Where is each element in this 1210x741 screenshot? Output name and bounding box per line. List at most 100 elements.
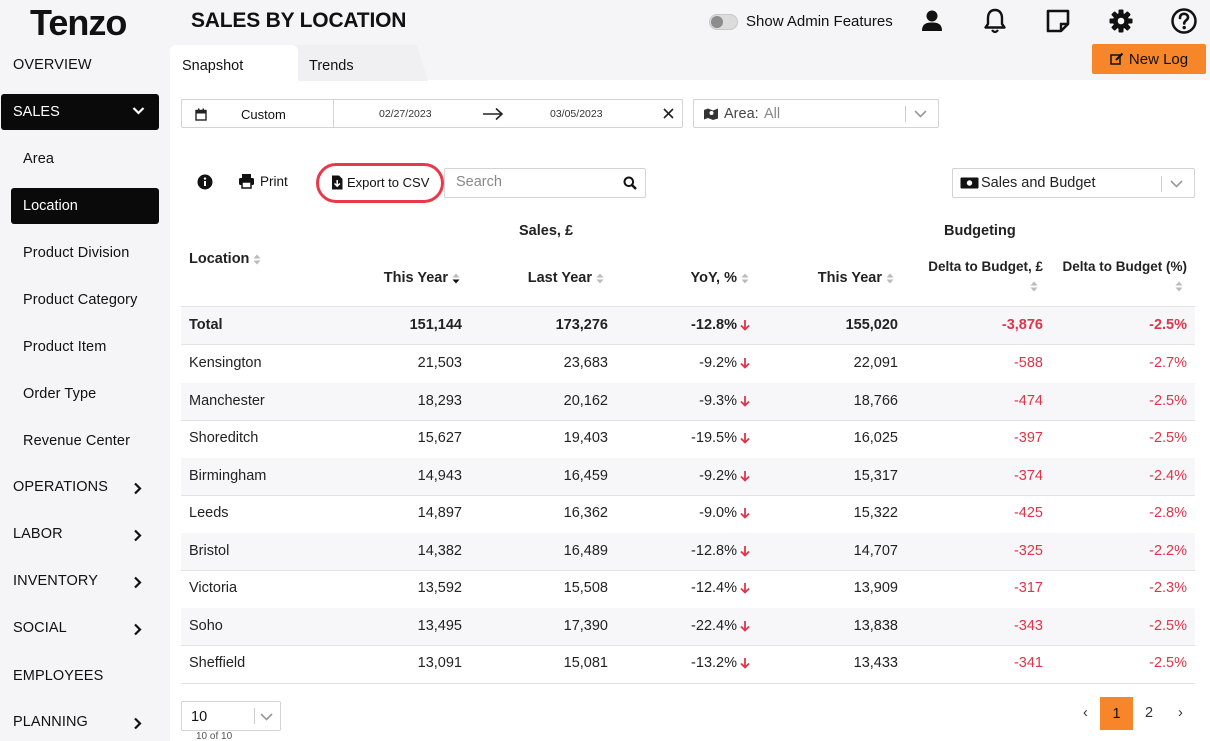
arrow-right-icon xyxy=(483,107,504,121)
cell-delta: -397 xyxy=(1013,430,1043,446)
col-header-last-year[interactable]: Last Year xyxy=(484,270,604,286)
chevron-down-icon xyxy=(914,110,927,118)
page-button-1[interactable]: 1 xyxy=(1100,697,1133,730)
date-range-picker[interactable]: Custom 02/27/2023 03/05/2023 xyxy=(181,99,683,128)
chevron-right-icon[interactable] xyxy=(133,717,143,730)
cell-delta-pct: -2.2% xyxy=(1149,542,1187,559)
search-input[interactable] xyxy=(456,174,616,190)
date-mode[interactable]: Custom xyxy=(241,107,286,122)
chevron-down-icon xyxy=(1170,180,1183,188)
chevron-right-icon[interactable] xyxy=(133,482,143,495)
cell-location: Sheffield xyxy=(189,655,246,671)
tab-label: Snapshot xyxy=(182,58,244,74)
arrow-down-icon xyxy=(740,395,750,407)
area-select[interactable]: Area: All xyxy=(693,99,939,128)
cell-budget: 14,707 xyxy=(853,542,898,559)
page-button-2[interactable]: 2 xyxy=(1145,705,1153,721)
sort-icon[interactable] xyxy=(1175,281,1183,292)
cell-location: Bristol xyxy=(189,542,230,559)
cell-budget: 22,091 xyxy=(853,355,898,371)
divider xyxy=(905,106,906,122)
sidebar-item-location[interactable]: Location xyxy=(11,188,159,224)
page-size-select[interactable]: 10 xyxy=(181,701,281,731)
sidebar-item-labor[interactable]: LABOR xyxy=(13,526,63,542)
col-header-delta-budget[interactable]: Delta to Budget, £ xyxy=(910,259,1043,274)
printer-icon xyxy=(239,174,254,189)
col-header-location[interactable]: Location xyxy=(189,251,261,267)
search-icon[interactable] xyxy=(623,176,637,190)
search-box[interactable] xyxy=(444,168,646,198)
sidebar-item-sales[interactable]: SALES xyxy=(1,94,159,130)
date-from[interactable]: 02/27/2023 xyxy=(379,108,432,120)
group-header-sales: Sales, £ xyxy=(519,223,574,239)
cell-this-year: 13,495 xyxy=(417,617,462,634)
divider xyxy=(181,420,1195,421)
sidebar-item-overview[interactable]: OVERVIEW xyxy=(13,57,92,73)
arrow-down-icon xyxy=(740,583,750,594)
info-icon[interactable] xyxy=(197,174,213,190)
gear-icon[interactable] xyxy=(1107,7,1135,35)
divider xyxy=(254,708,255,724)
tab-trends[interactable]: Trends xyxy=(290,45,428,81)
yoy-value: -12.8% xyxy=(691,317,737,333)
prev-page-button[interactable]: ‹ xyxy=(1083,705,1088,721)
cell-this-year: 14,897 xyxy=(417,505,462,521)
cell-delta-pct: -2.5% xyxy=(1149,430,1187,446)
cell-delta-pct: -2.5% xyxy=(1149,392,1187,409)
export-csv-button[interactable]: Export to CSV xyxy=(316,163,444,203)
next-page-button[interactable]: › xyxy=(1178,705,1183,721)
col-header-label: YoY, % xyxy=(690,270,737,286)
cell-yoy: -9.2% xyxy=(628,468,750,484)
metric-select[interactable]: Sales and Budget xyxy=(952,168,1195,198)
cell-delta-pct: -2.5% xyxy=(1149,617,1187,634)
cell-delta: -343 xyxy=(1013,617,1043,634)
admin-features-toggle[interactable]: Show Admin Features xyxy=(709,13,893,30)
arrow-down-icon xyxy=(740,320,750,331)
sidebar-item-inventory[interactable]: INVENTORY xyxy=(13,573,98,589)
sidebar-item-product-category[interactable]: Product Category xyxy=(23,292,137,308)
sidebar-item-operations[interactable]: OPERATIONS xyxy=(13,479,108,495)
sidebar-item-product-division[interactable]: Product Division xyxy=(23,245,129,261)
col-header-label: This Year xyxy=(383,270,448,286)
toggle-switch[interactable] xyxy=(709,13,738,30)
print-button[interactable]: Print xyxy=(238,173,288,189)
chevron-down-icon xyxy=(132,107,145,115)
sidebar-item-social[interactable]: SOCIAL xyxy=(13,620,67,636)
cell-yoy: -9.3% xyxy=(628,393,750,409)
chevron-right-icon[interactable] xyxy=(133,529,143,542)
cell-location: Soho xyxy=(189,617,223,634)
tab-snapshot[interactable]: Snapshot xyxy=(170,45,298,81)
sidebar-item-employees[interactable]: EMPLOYEES xyxy=(13,668,103,684)
sort-icon[interactable] xyxy=(1030,281,1038,292)
sidebar-item-revenue-center[interactable]: Revenue Center xyxy=(23,433,130,449)
chevron-right-icon[interactable] xyxy=(133,623,143,636)
cell-last-year: 19,403 xyxy=(563,430,608,446)
note-icon[interactable] xyxy=(1044,7,1072,35)
date-to[interactable]: 03/05/2023 xyxy=(550,108,603,120)
new-log-button[interactable]: New Log xyxy=(1092,44,1206,74)
col-header-this-year[interactable]: This Year xyxy=(340,270,460,286)
col-header-delta-budget-pct[interactable]: Delta to Budget (%) xyxy=(1050,259,1188,274)
tenzo-logo[interactable]: Tenzo xyxy=(30,2,127,44)
yoy-value: -9.0% xyxy=(699,505,737,521)
close-icon[interactable] xyxy=(663,108,674,119)
sidebar-item-area[interactable]: Area xyxy=(23,151,54,167)
user-icon[interactable] xyxy=(918,7,946,35)
cell-yoy: -12.8% xyxy=(628,317,750,333)
sidebar-item-order-type[interactable]: Order Type xyxy=(23,386,96,402)
col-header-label: Last Year xyxy=(527,270,592,286)
sidebar-item-product-item[interactable]: Product Item xyxy=(23,339,106,355)
cell-yoy: -13.2% xyxy=(628,655,750,671)
col-header-budget-this-year[interactable]: This Year xyxy=(774,270,894,286)
col-header-yoy[interactable]: YoY, % xyxy=(628,270,749,286)
page-size-value: 10 xyxy=(191,709,208,725)
sidebar-item-planning[interactable]: PLANNING xyxy=(13,714,88,730)
cell-budget: 16,025 xyxy=(853,430,898,446)
cell-yoy: -19.5% xyxy=(628,430,750,446)
help-icon[interactable] xyxy=(1170,7,1198,35)
chevron-right-icon[interactable] xyxy=(133,576,143,589)
cell-location: Victoria xyxy=(189,580,238,596)
bell-icon[interactable] xyxy=(981,7,1009,35)
cell-last-year: 16,459 xyxy=(563,467,608,484)
cell-delta-pct: -2.4% xyxy=(1149,467,1187,484)
